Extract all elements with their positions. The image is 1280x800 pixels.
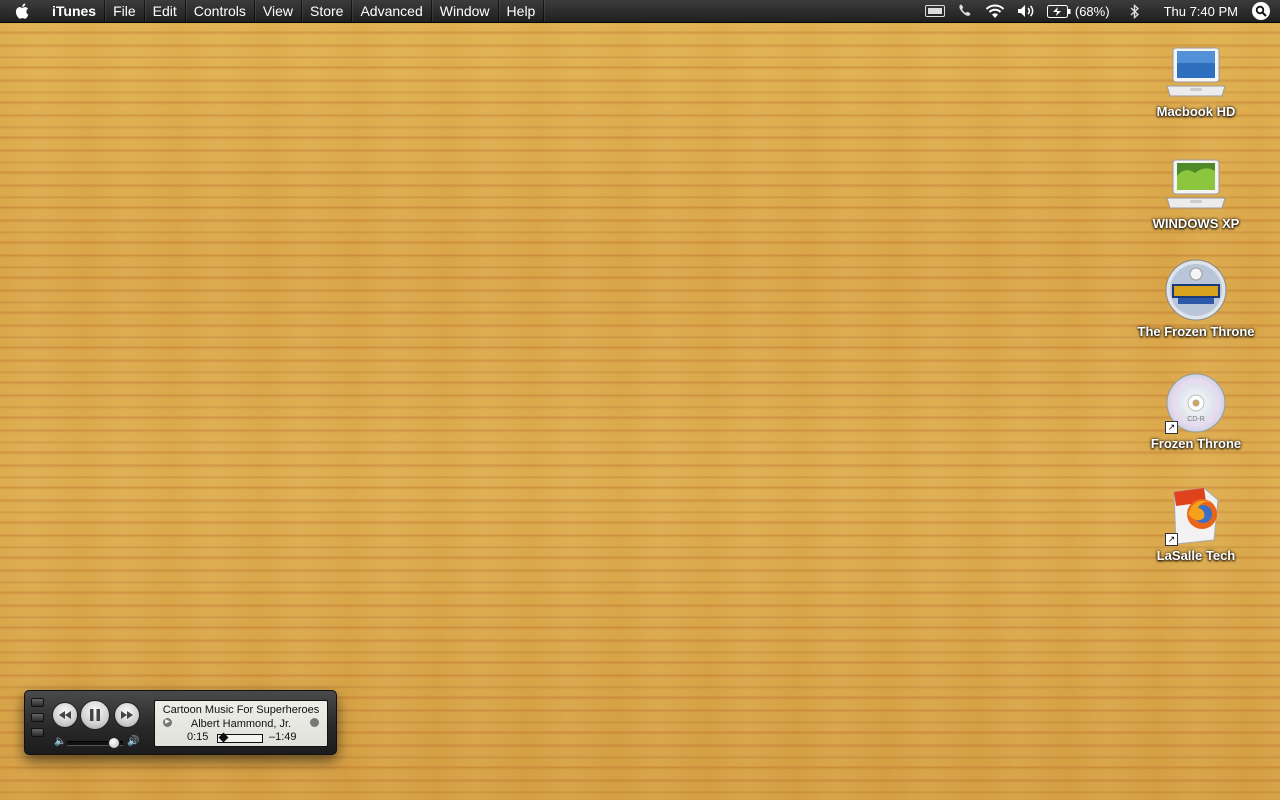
alias-arrow-icon: ↗ [1165,533,1178,546]
play-pause-button[interactable] [80,700,110,730]
itunes-mini-player[interactable]: 🔈 🔊 Cartoon Music For Superheroes ▶ Albe… [24,690,337,755]
fast-forward-icon [121,711,133,719]
progress-bar[interactable] [217,732,263,743]
menu-advanced[interactable]: Advanced [352,0,432,22]
desktop-wallpaper [0,0,1280,800]
pause-icon [90,709,100,721]
volume-knob[interactable] [107,737,120,749]
next-track-button[interactable] [114,702,140,728]
desktop-icon-the-frozen-throne[interactable]: The Frozen Throne [1126,256,1266,339]
menu-app-name[interactable]: iTunes [44,0,106,22]
keyboard-menu-icon[interactable] [919,0,951,22]
elapsed-time: 0:15 [187,731,209,743]
desktop-icon-lasalle-tech[interactable]: ↗ LaSalle Tech [1126,480,1266,563]
laptop-drive-icon [1161,148,1231,214]
cdr-text: CD-R [1187,416,1205,423]
menu-clock[interactable]: Thu 7:40 PM [1150,4,1250,19]
rewind-icon [59,711,71,719]
battery-icon [1046,4,1071,18]
menu-window[interactable]: Window [432,0,499,22]
menu-file[interactable]: File [105,0,145,22]
menu-edit[interactable]: Edit [145,0,186,22]
bluetooth-icon[interactable] [1116,0,1150,22]
now-playing-display[interactable]: Cartoon Music For Superheroes ▶ Albert H… [154,700,328,747]
zoom-button[interactable] [31,728,44,737]
desktop-icon-label: Frozen Throne [1150,436,1242,451]
desktop-icon-macbook-hd[interactable]: Macbook HD [1126,36,1266,119]
menu-view[interactable]: View [255,0,302,22]
menu-controls[interactable]: Controls [186,0,255,22]
remaining-time: –1:49 [269,731,297,743]
artist-name: Albert Hammond, Jr. [190,718,292,730]
desktop-icon-label: WINDOWS XP [1152,216,1240,231]
warcraft-disc-icon [1161,256,1231,322]
alias-arrow-icon: ↗ [1165,421,1178,434]
volume-high-icon: 🔊 [127,736,140,747]
desktop-icon-frozen-throne-alias[interactable]: CD-R ↗ Frozen Throne [1126,368,1266,451]
laptop-drive-icon [1161,36,1231,102]
desktop-icon-windows-xp[interactable]: WINDOWS XP [1126,148,1266,231]
menu-store[interactable]: Store [302,0,353,22]
apple-menu-icon[interactable] [0,0,44,22]
battery-status[interactable]: (68%) [1041,0,1116,22]
firefox-document-icon: ↗ [1161,480,1231,546]
volume-low-icon: 🔈 [54,736,67,747]
progress-knob[interactable] [218,732,229,743]
desktop-icon-label: Macbook HD [1156,104,1236,119]
previous-track-button[interactable] [52,702,78,728]
volume-icon[interactable] [1011,0,1041,22]
snapback-icon[interactable] [310,718,319,727]
wifi-icon[interactable] [979,0,1011,22]
desktop-icon-label: The Frozen Throne [1137,324,1255,339]
minimize-button[interactable] [31,713,44,722]
close-button[interactable] [31,698,44,707]
desktop-icon-label: LaSalle Tech [1156,548,1236,563]
spotlight-search-icon[interactable] [1250,0,1272,22]
menu-help[interactable]: Help [499,0,545,22]
menu-bar: iTunes File Edit Controls View Store Adv… [0,0,1280,23]
song-title: Cartoon Music For Superheroes [162,704,320,716]
cdr-disc-icon: CD-R ↗ [1161,368,1231,434]
battery-percent: (68%) [1074,3,1110,19]
phone-menu-icon[interactable] [951,0,979,22]
